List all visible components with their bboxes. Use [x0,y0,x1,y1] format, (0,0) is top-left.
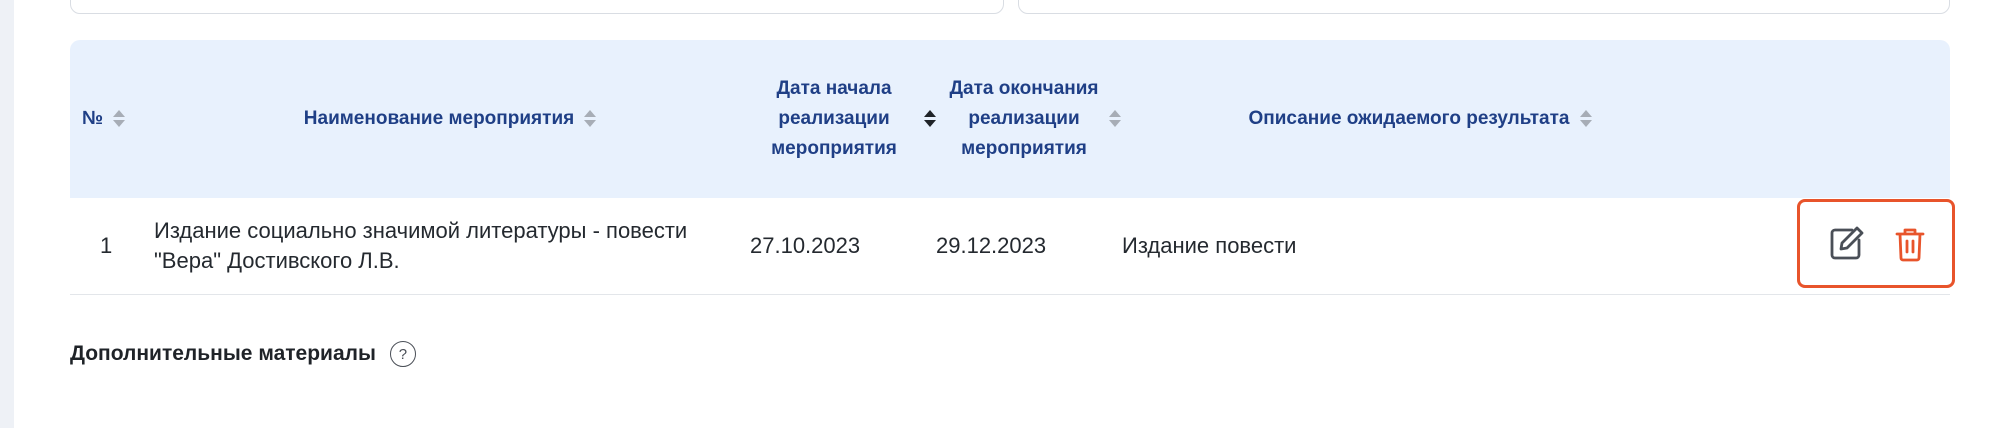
cell-start-date: 27.10.2023 [750,233,861,258]
edit-icon[interactable] [1826,224,1866,264]
events-table: № Наименование мероприятия Дата начала р… [70,40,1950,295]
header-event-name-label: Наименование мероприятия [303,108,575,129]
row-actions [1797,199,1955,288]
help-icon[interactable]: ? [389,341,416,367]
top-input-left[interactable] [70,0,1004,14]
header-event-name[interactable]: Наименование мероприятия [150,40,750,198]
sort-icon[interactable] [584,108,597,130]
header-number-label: № [82,108,104,129]
table-header: № Наименование мероприятия Дата начала р… [70,40,1950,198]
table-row: 1 Издание социально значимой литературы … [70,198,1950,295]
header-result-description[interactable]: Описание ожидаемого результата [1120,40,1720,198]
cell-result-description: Издание повести [1122,233,1297,258]
cell-number: 1 [100,233,113,258]
header-end-date-label: Дата окончания реализации мероприятия [949,78,1099,159]
header-number[interactable]: № [82,40,142,198]
sort-icon[interactable] [113,108,126,130]
header-start-date[interactable]: Дата начала реализации мероприятия [745,40,945,198]
cell-end-date: 29.12.2023 [936,233,1047,258]
left-rail [0,0,14,428]
additional-materials-section: Дополнительные материалы ? [70,341,416,367]
header-result-description-label: Описание ожидаемого результата [1248,108,1570,129]
section-title: Дополнительные материалы [70,342,376,365]
top-input-right[interactable] [1018,0,1950,14]
header-end-date[interactable]: Дата окончания реализации мероприятия [932,40,1138,198]
cell-event-name: Издание социально значимой литературы - … [154,218,688,273]
trash-icon[interactable] [1890,224,1930,264]
header-start-date-label: Дата начала реализации мероприятия [771,78,897,159]
sort-icon[interactable] [1579,108,1592,130]
